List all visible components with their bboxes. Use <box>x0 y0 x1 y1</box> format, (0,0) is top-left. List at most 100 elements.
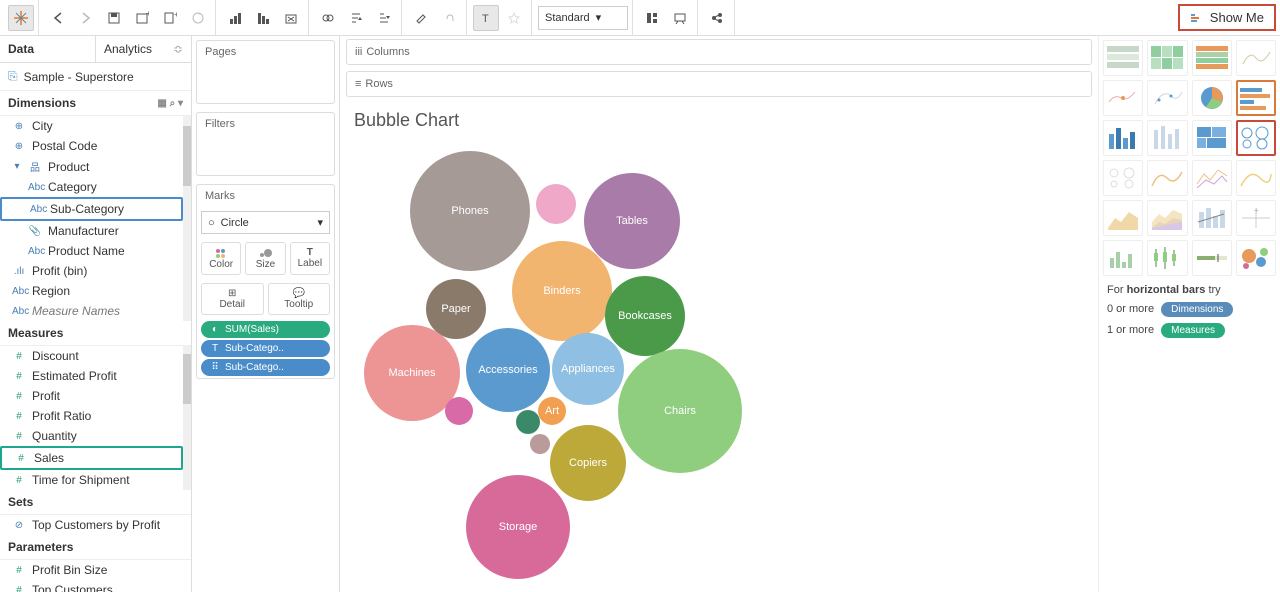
bubble-accessories[interactable]: Accessories <box>466 328 550 412</box>
chart-type-1[interactable] <box>1147 40 1187 76</box>
sort-asc2-button[interactable] <box>371 5 397 31</box>
datasource-row[interactable]: ⎘ Sample - Superstore <box>0 63 191 91</box>
chart-type-2[interactable] <box>1192 40 1232 76</box>
new-worksheet-button[interactable]: + <box>157 5 183 31</box>
logo-button[interactable] <box>8 5 34 31</box>
bubble-chairs[interactable]: Chairs <box>618 349 742 473</box>
viz-title[interactable]: Bubble Chart <box>340 100 1098 141</box>
chart-type-3[interactable] <box>1236 40 1276 76</box>
bubble-unlabeled[interactable] <box>516 410 540 434</box>
field-time-for-shipment[interactable]: #Time for Shipment <box>0 470 183 490</box>
field-profit[interactable]: #Profit <box>0 386 183 406</box>
rows-shelf[interactable]: ≡Rows <box>346 71 1092 97</box>
label-button[interactable]: T <box>473 5 499 31</box>
viz-canvas[interactable]: PhonesTablesBindersBookcasesPaperMachine… <box>340 141 1098 592</box>
refresh-button[interactable] <box>185 5 211 31</box>
group-button[interactable] <box>315 5 341 31</box>
chart-type-19[interactable]: + <box>1236 200 1276 236</box>
field-profit-bin-size[interactable]: #Profit Bin Size <box>0 560 191 580</box>
chart-type-20[interactable] <box>1103 240 1143 276</box>
chart-type-21[interactable] <box>1147 240 1187 276</box>
bubble-binders[interactable]: Binders <box>512 241 612 341</box>
star-button[interactable] <box>501 5 527 31</box>
presentation-button[interactable] <box>667 5 693 31</box>
columns-shelf[interactable]: iiiColumns <box>346 39 1092 65</box>
tooltip-button[interactable]: 💬Tooltip <box>268 283 331 315</box>
pages-shelf[interactable]: Pages <box>196 40 335 104</box>
field-estimated-profit[interactable]: #Estimated Profit <box>0 366 183 386</box>
field-discount[interactable]: #Discount <box>0 346 183 366</box>
dim-scrollbar[interactable] <box>183 116 191 321</box>
tab-analytics[interactable]: Analytics ≎ <box>96 36 191 62</box>
undo-button[interactable] <box>45 5 71 31</box>
field-sub-category[interactable]: AbcSub-Category <box>0 197 183 221</box>
field-product[interactable]: ▾品Product <box>0 156 183 177</box>
field-city[interactable]: ⊕City <box>0 116 183 136</box>
color-button[interactable]: Color <box>201 242 241 275</box>
field-top-customers[interactable]: #Top Customers <box>0 580 191 592</box>
mark-type-select[interactable]: ○ Circle ▾ <box>201 211 330 234</box>
chart-type-18[interactable] <box>1192 200 1232 236</box>
bubble-bookcases[interactable]: Bookcases <box>605 276 685 356</box>
chart-type-14[interactable] <box>1192 160 1232 196</box>
field-profit-bin-[interactable]: .ılıProfit (bin) <box>0 261 183 281</box>
sort-asc-button[interactable] <box>250 5 276 31</box>
chart-type-12[interactable] <box>1103 160 1143 196</box>
chart-type-6[interactable] <box>1192 80 1232 116</box>
attach-button[interactable] <box>436 5 462 31</box>
field-category[interactable]: AbcCategory <box>0 177 183 197</box>
redo-button[interactable] <box>73 5 99 31</box>
tab-data[interactable]: Data <box>0 36 96 62</box>
detail-button[interactable]: ⊞Detail <box>201 283 264 315</box>
show-me-button[interactable]: Show Me <box>1178 4 1276 31</box>
bubble-phones[interactable]: Phones <box>410 151 530 271</box>
chart-type-5[interactable] <box>1147 80 1187 116</box>
bubble-copiers[interactable]: Copiers <box>550 425 626 501</box>
chart-type-10[interactable] <box>1192 120 1232 156</box>
field-measure-names[interactable]: AbcMeasure Names <box>0 301 183 321</box>
chart-type-17[interactable] <box>1147 200 1187 236</box>
highlight-button[interactable] <box>408 5 434 31</box>
chart-type-0[interactable] <box>1103 40 1143 76</box>
pill-sub-catego-[interactable]: TSub-Catego.. <box>201 340 330 357</box>
chart-type-22[interactable] <box>1192 240 1232 276</box>
meas-scrollbar[interactable] <box>183 346 191 490</box>
chart-type-16[interactable] <box>1103 200 1143 236</box>
bubble-unlabeled[interactable] <box>536 184 576 224</box>
save-button[interactable] <box>101 5 127 31</box>
size-button[interactable]: Size <box>245 242 285 275</box>
sort-desc-button[interactable] <box>343 5 369 31</box>
chart-type-15[interactable] <box>1236 160 1276 196</box>
chart-type-9[interactable] <box>1147 120 1187 156</box>
chart-type-13[interactable] <box>1147 160 1187 196</box>
bubble-unlabeled[interactable] <box>445 397 473 425</box>
share-button[interactable] <box>704 5 730 31</box>
chart-type-7[interactable] <box>1236 80 1276 116</box>
bubble-appliances[interactable]: Appliances <box>552 333 624 405</box>
field-region[interactable]: AbcRegion <box>0 281 183 301</box>
chart-type-23[interactable] <box>1236 240 1276 276</box>
chart-type-8[interactable] <box>1103 120 1143 156</box>
chart-type-4[interactable] <box>1103 80 1143 116</box>
dimensions-tools[interactable]: ▦ ⌕ ▾ <box>157 98 183 109</box>
filters-shelf[interactable]: Filters <box>196 112 335 176</box>
field-quantity[interactable]: #Quantity <box>0 426 183 446</box>
pill-sub-catego-[interactable]: ⠿Sub-Catego.. <box>201 359 330 376</box>
field-manufacturer[interactable]: 📎Manufacturer <box>0 221 183 241</box>
field-product-name[interactable]: AbcProduct Name <box>0 241 183 261</box>
label-button[interactable]: TLabel <box>290 242 330 275</box>
new-data-button[interactable]: + <box>129 5 155 31</box>
pill-sum-sales-[interactable]: ◐SUM(Sales) <box>201 321 330 338</box>
field-sales[interactable]: #Sales <box>0 446 183 470</box>
field-postal-code[interactable]: ⊕Postal Code <box>0 136 183 156</box>
bubble-unlabeled[interactable] <box>530 434 550 454</box>
cards-button[interactable] <box>639 5 665 31</box>
bubble-tables[interactable]: Tables <box>584 173 680 269</box>
bubble-art[interactable]: Art <box>538 397 566 425</box>
field-top-customers-by-profit[interactable]: ⊘Top Customers by Profit <box>0 515 191 535</box>
fit-dropdown[interactable]: Standard ▾ <box>538 6 628 30</box>
chart-type-11[interactable] <box>1236 120 1276 156</box>
clear-button[interactable] <box>278 5 304 31</box>
field-profit-ratio[interactable]: #Profit Ratio <box>0 406 183 426</box>
swap-button[interactable] <box>222 5 248 31</box>
